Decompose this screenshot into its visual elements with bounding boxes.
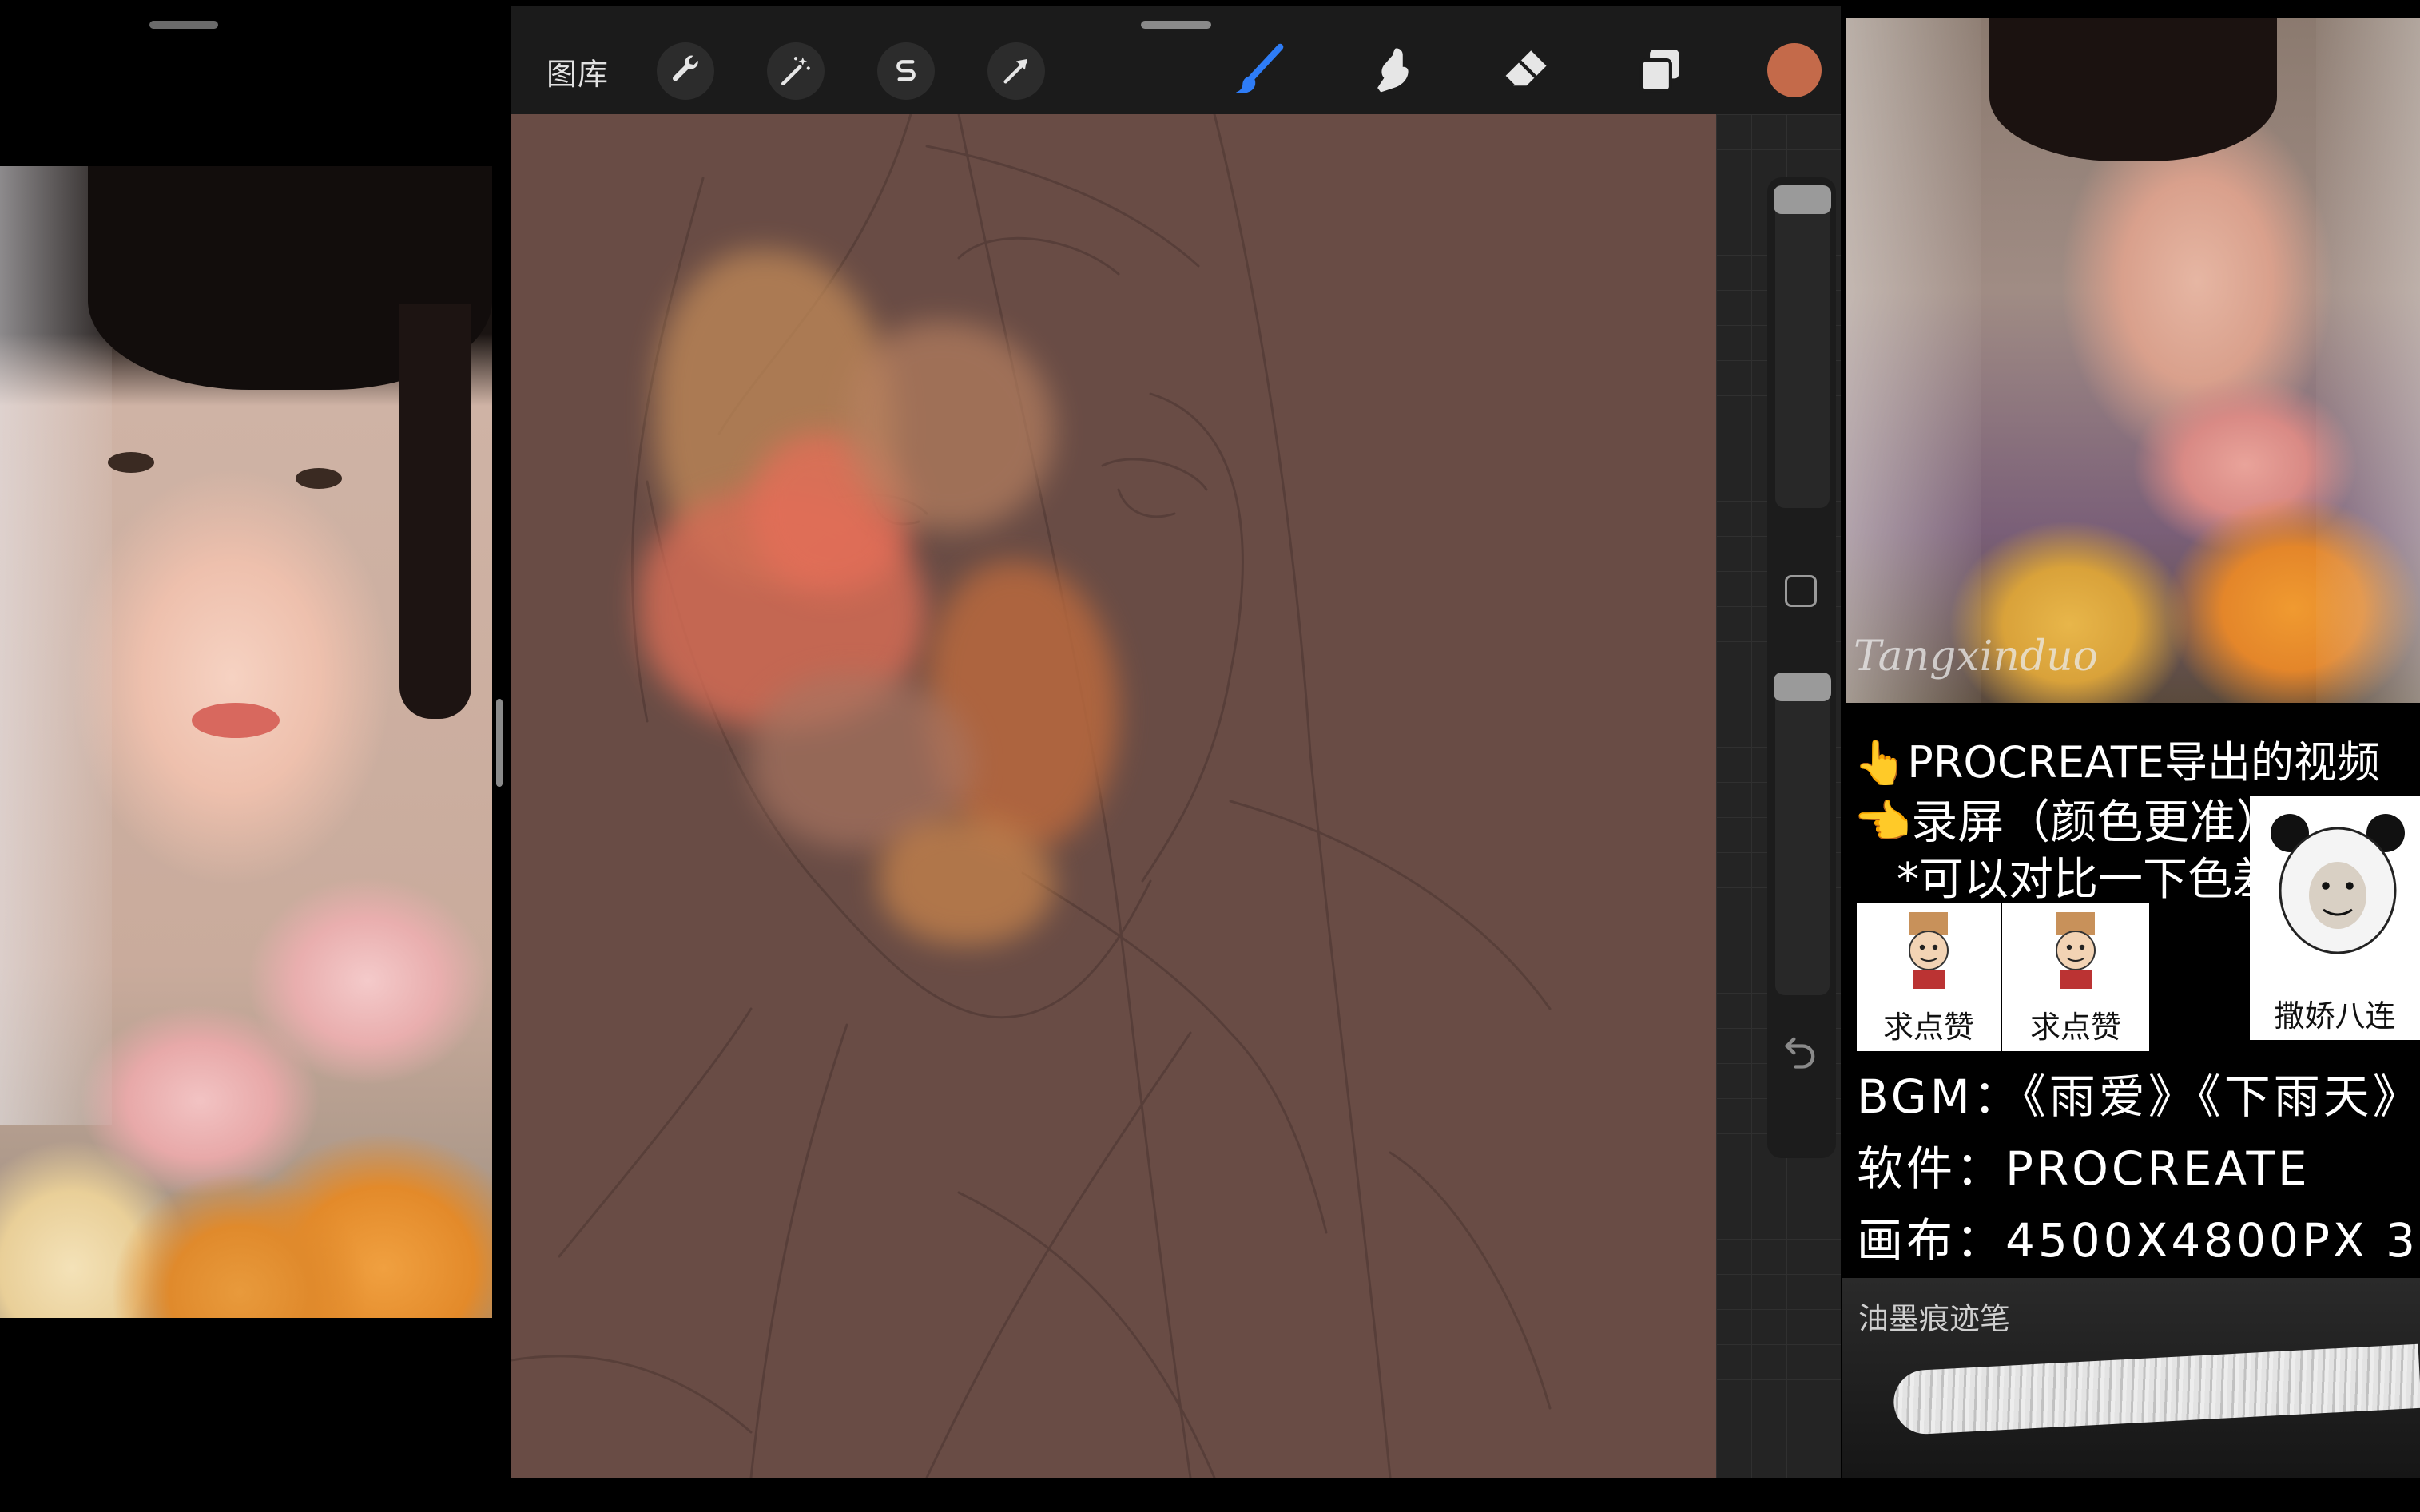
drawing-canvas[interactable] [511, 114, 1716, 1478]
bottom-letterbox [511, 1478, 1841, 1512]
info-panel: 👆PROCREATE导出的视频 👈录屏（颜色更准） *可以对比一下色差 求点赞 … [1846, 703, 2420, 1278]
finished-painting-preview: Tangxinduo [1846, 18, 2420, 703]
canvas-size-info: 画布：4500X4800PX 300D [1857, 1213, 2420, 1268]
software-info: 软件：PROCREATE [1857, 1141, 2311, 1196]
transform-button[interactable] [987, 42, 1045, 100]
bgm-info: BGM：《雨爱》《下雨天》 [1857, 1070, 2420, 1124]
left-app-handle[interactable] [149, 21, 218, 29]
brush-size-slider[interactable] [1775, 185, 1830, 508]
undo-icon [1784, 1037, 1815, 1069]
opacity-slider-knob[interactable] [1774, 673, 1831, 701]
sticker-panda-meme: 撒娇八连 [2250, 796, 2420, 1040]
magic-wand-icon [781, 57, 810, 86]
reference-photo-hair-side [399, 304, 471, 719]
reference-photo-eye [296, 468, 342, 489]
info-line-export: 👆PROCREATE导出的视频 [1854, 737, 2381, 788]
painting-veil [1846, 18, 1981, 703]
brush-size-slider-knob[interactable] [1774, 185, 1831, 214]
multitasking-handle[interactable] [1141, 21, 1211, 29]
color-swatch-button[interactable] [1767, 43, 1822, 97]
gallery-button[interactable]: 图库 [546, 50, 609, 93]
meme-face-icon [1909, 912, 1949, 989]
wrench-icon [673, 55, 698, 81]
sticker-label: 求点赞 [2029, 1010, 2121, 1045]
actions-button[interactable] [657, 42, 714, 100]
brush-tool-button[interactable] [1227, 38, 1291, 102]
painting-hair [1989, 18, 2277, 161]
info-line-recording: 👈录屏（颜色更准） [1854, 795, 2283, 849]
meme-face-icon [2056, 912, 2096, 989]
sticker-like-request: 求点赞 [1857, 903, 2001, 1051]
artist-signature: Tangxinduo [1854, 633, 2098, 681]
selection-s-icon [896, 60, 916, 81]
smudge-finger-icon [1377, 48, 1409, 93]
undo-button[interactable] [1780, 1030, 1822, 1075]
arrow-cursor-icon [1003, 59, 1027, 84]
sticker-label: 撒娇八连 [2274, 998, 2396, 1034]
sticker-like-request: 求点赞 [2002, 903, 2149, 1051]
selection-button[interactable] [877, 42, 935, 100]
layers-icon [1639, 50, 1679, 93]
opacity-slider[interactable] [1775, 673, 1830, 995]
reference-photo-lips [192, 703, 280, 738]
panda-face-icon [2271, 814, 2405, 954]
brush-icon [1235, 43, 1284, 93]
reference-photo-eye [108, 452, 154, 473]
eraser-icon [1503, 50, 1547, 87]
layers-button[interactable] [1628, 38, 1692, 102]
info-line-compare: *可以对比一下色差 [1897, 854, 2277, 906]
smudge-tool-button[interactable] [1360, 38, 1424, 102]
modify-button[interactable] [1785, 575, 1817, 607]
brush-name-label: 油墨痕迹笔 [1858, 1301, 2011, 1336]
adjustments-button[interactable] [767, 42, 825, 100]
painting-veil [2316, 18, 2420, 703]
eraser-tool-button[interactable] [1492, 38, 1556, 102]
sticker-label: 求点赞 [1882, 1010, 1974, 1045]
split-view-divider-handle[interactable] [496, 699, 503, 787]
